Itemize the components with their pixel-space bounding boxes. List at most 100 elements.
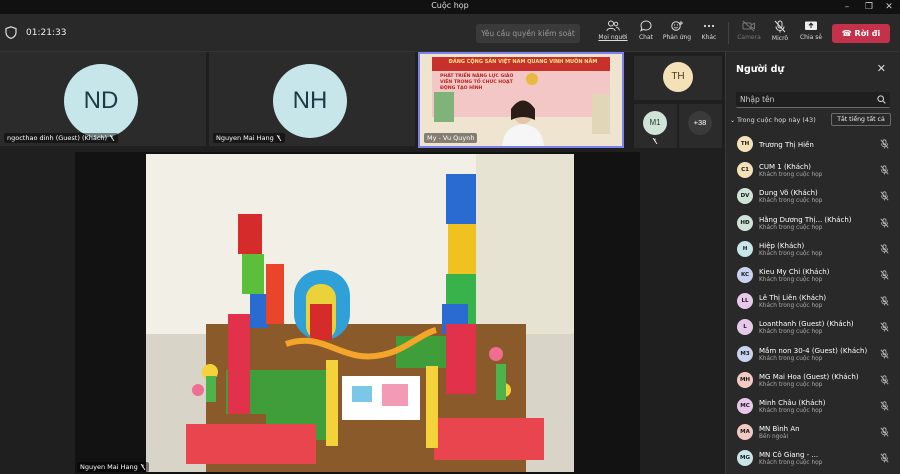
participant-name: Hằng Dương Thị... (Khách)	[759, 215, 852, 224]
participant-list-item[interactable]: MA MN Bình An Bên ngoài	[726, 420, 900, 446]
participant-role: Khách trong cuộc họp	[759, 198, 823, 205]
participant-name: Hiệp (Khách)	[759, 241, 805, 250]
mic-off-icon	[109, 135, 115, 141]
meeting-toolbar: 01:21:33 Yêu cầu quyền kiểm soát Mọi ngư…	[0, 14, 900, 52]
mic-off-icon	[652, 138, 658, 144]
more-participants-tile[interactable]: +38	[679, 104, 722, 148]
request-control-button[interactable]: Yêu cầu quyền kiểm soát	[476, 24, 580, 43]
share-button[interactable]: Chia sẻ	[793, 18, 829, 50]
leave-label: Rời đi	[854, 29, 881, 38]
avatar: MA	[737, 424, 753, 441]
close-icon[interactable]: ✕	[877, 62, 886, 75]
mic-off-icon[interactable]	[880, 139, 889, 149]
participant-role: Khách trong cuộc họp	[759, 329, 823, 336]
search-icon	[877, 95, 886, 104]
banner-main-text: PHÁT TRIỂN NĂNG LỰC GIÁO VIÊN TRONG TỔ C…	[440, 74, 514, 91]
participant-list-item[interactable]: MC Minh Châu (Khách) Khách trong cuộc họp	[726, 394, 900, 420]
participants-panel: Người dự ✕ Nhập tên ⌄ Trong cuộc họp này…	[725, 52, 900, 474]
participant-tile[interactable]: ND ngocthao dinh (Guest) (Khách)	[0, 52, 206, 146]
participant-tile[interactable]: M1	[634, 104, 677, 148]
tile-name-label: Nguyen Mai Hang	[213, 133, 285, 143]
participant-name: Minh Châu (Khách)	[759, 399, 826, 407]
mic-off-icon[interactable]	[880, 375, 889, 385]
participant-list-item[interactable]: LL Lê Thị Liên (Khách) Khách trong cuộc họ…	[726, 289, 900, 315]
tile-name-label: My - Vu Quynh	[424, 133, 478, 143]
avatar: MC	[737, 398, 753, 414]
avatar: C1	[737, 162, 753, 179]
minimize-icon[interactable]: –	[836, 0, 858, 14]
in-meeting-group-header[interactable]: ⌄ Trong cuộc họp này (43)	[730, 116, 816, 124]
participant-role: Khách trong cuộc họp	[759, 224, 823, 231]
avatar: M1	[643, 111, 667, 135]
leave-button[interactable]: ☎ Rời đi	[832, 24, 890, 43]
mute-all-button[interactable]: Tắt tiếng tất cả	[831, 113, 891, 126]
mic-off-icon[interactable]	[880, 270, 889, 280]
tile-name-label: ngocthao dinh (Guest) (Khách)	[4, 133, 119, 143]
mic-off-icon[interactable]	[880, 165, 889, 175]
meeting-timer: 01:21:33	[26, 28, 67, 38]
more-button[interactable]: Khác	[691, 18, 727, 50]
participant-role: Bên ngoài	[759, 434, 789, 441]
window-title: Cuộc họp	[431, 1, 469, 10]
mic-off-icon[interactable]	[880, 296, 889, 306]
react-label: Phản ứng	[662, 34, 692, 41]
camera-off-icon	[742, 20, 755, 32]
participant-role: Khách trong cuộc họp	[759, 460, 823, 467]
avatar: H	[737, 240, 753, 257]
participant-role: Khách trong cuộc họp	[759, 277, 823, 283]
participant-list-item[interactable]: KC Kieu My Chi (Khách) Khách trong cuộc họ…	[726, 263, 900, 289]
participant-list-item[interactable]: H Hiệp (Khách) Khách trong cuộc họp	[726, 237, 900, 263]
people-label: Mọi người	[598, 34, 628, 41]
more-label: Khác	[701, 34, 717, 41]
maximize-icon[interactable]: ❐	[858, 0, 880, 14]
shield-icon[interactable]	[5, 26, 17, 39]
mic-off-icon[interactable]	[880, 191, 889, 201]
avatar: DV	[737, 188, 753, 205]
people-button[interactable]: Mọi người	[595, 18, 631, 50]
avatar: NH	[273, 64, 347, 138]
close-window-icon[interactable]: ✕	[878, 0, 900, 14]
participant-name: CUM 1 (Khách)	[759, 163, 812, 172]
search-input[interactable]: Nhập tên	[736, 92, 890, 108]
mic-off-icon[interactable]	[880, 244, 889, 254]
participant-tile[interactable]: NH Nguyen Mai Hang	[209, 52, 415, 146]
mic-off-icon	[774, 20, 786, 33]
reaction-icon	[670, 21, 683, 31]
people-icon	[606, 20, 620, 32]
participant-list-item[interactable]: HĐ Hằng Dương Thị... (Khách) Khách trong c…	[726, 211, 900, 237]
mic-off-icon[interactable]	[880, 348, 889, 359]
mic-off-icon[interactable]	[880, 401, 889, 411]
avatar: KC	[737, 267, 753, 283]
react-button[interactable]: Phản ứng	[659, 18, 695, 50]
avatar: M3	[737, 345, 753, 362]
mic-off-icon[interactable]	[880, 322, 889, 332]
avatar: L	[737, 319, 753, 336]
participant-list-item[interactable]: TH Trương Thị Hiền	[726, 132, 900, 158]
shared-screen[interactable]: Nguyen Mai Hang	[75, 152, 640, 474]
participant-tile[interactable]: TH	[634, 56, 722, 100]
participant-name: Mầm non 30-4 (Guest) (Khách)	[759, 346, 868, 355]
meeting-stage: ND ngocthao dinh (Guest) (Khách) NH Nguy…	[0, 52, 725, 474]
avatar: LL	[737, 293, 753, 310]
participant-list-item[interactable]: C1 CUM 1 (Khách) Khách trong cuộc họp	[726, 158, 900, 184]
mic-off-icon[interactable]	[880, 427, 889, 437]
mic-off-icon[interactable]	[880, 453, 889, 463]
mic-off-icon[interactable]	[880, 217, 889, 228]
participant-role: Khách trong cuộc họp	[759, 172, 823, 179]
participant-role: Khách trong cuộc họp	[759, 408, 823, 414]
participant-list-item[interactable]: DV Dung Võ (Khách) Khách trong cuộc họp	[726, 184, 900, 210]
participant-list-item[interactable]: MG MN Cô Giang - ... Khách trong cuộc họp	[726, 446, 900, 472]
share-label: Chia sẻ	[799, 34, 823, 41]
chevron-down-icon: ⌄	[730, 117, 737, 124]
search-placeholder: Nhập tên	[740, 95, 775, 104]
participant-list-item[interactable]: MH MG Mai Hoa (Guest) (Khách) Khách trong …	[726, 368, 900, 394]
participant-name: Trương Thị Hiền	[759, 141, 814, 149]
panel-title: Người dự	[736, 64, 785, 75]
participant-list-item[interactable]: M3 Mầm non 30-4 (Guest) (Khách) Khách tron…	[726, 342, 900, 368]
active-speaker-video[interactable]: ĐẢNG CỘNG SẢN VIỆT NAM QUANG VINH MUÔN N…	[418, 52, 624, 148]
participant-name: Dung Võ (Khách)	[759, 189, 818, 198]
mic-off-icon	[276, 135, 282, 141]
title-bar: Cuộc họp – ❐ ✕	[0, 0, 900, 14]
participant-list-item[interactable]: L Loanthanh (Guest) (Khách) Khách trong cu…	[726, 315, 900, 341]
participant-role: Khách trong cuộc họp	[759, 250, 823, 257]
